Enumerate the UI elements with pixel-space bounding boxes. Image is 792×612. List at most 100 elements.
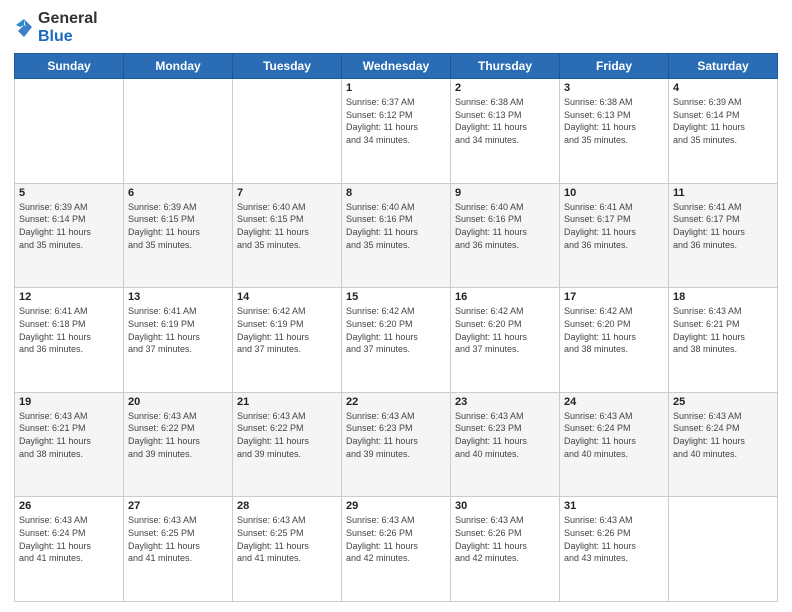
day-number: 14 xyxy=(237,291,337,303)
table-row: 30 Sunrise: 6:43 AM Sunset: 6:26 PM Dayli… xyxy=(451,497,560,602)
day-number: 12 xyxy=(19,291,119,303)
table-row: 29 Sunrise: 6:43 AM Sunset: 6:26 PM Dayli… xyxy=(342,497,451,602)
day-info: Sunrise: 6:43 AM Sunset: 6:25 PM Dayligh… xyxy=(128,514,228,564)
day-info: Sunrise: 6:43 AM Sunset: 6:24 PM Dayligh… xyxy=(19,514,119,564)
day-number: 1 xyxy=(346,82,446,94)
table-row: 6Sunrise: 6:39 AM Sunset: 6:15 PM Daylig… xyxy=(124,183,233,288)
calendar-week-row: 1 Sunrise: 6:37 AM Sunset: 6:12 PM Daylig… xyxy=(15,79,778,184)
table-row: 14Sunrise: 6:42 AM Sunset: 6:19 PM Dayli… xyxy=(233,288,342,393)
table-row: 22 Sunrise: 6:43 AM Sunset: 6:23 PM Dayli… xyxy=(342,392,451,497)
calendar-table: Sunday Monday Tuesday Wednesday Thursday… xyxy=(14,53,778,602)
day-info: Sunrise: 6:43 AM Sunset: 6:23 PM Dayligh… xyxy=(455,410,555,460)
day-info: Sunrise: 6:40 AM Sunset: 6:16 PM Dayligh… xyxy=(455,201,555,251)
calendar-week-row: 26 Sunrise: 6:43 AM Sunset: 6:24 PM Dayli… xyxy=(15,497,778,602)
day-info: Sunrise: 6:43 AM Sunset: 6:26 PM Dayligh… xyxy=(564,514,664,564)
table-row: 8 Sunrise: 6:40 AM Sunset: 6:16 PM Daylig… xyxy=(342,183,451,288)
day-info: Sunrise: 6:40 AM Sunset: 6:16 PM Dayligh… xyxy=(346,201,446,251)
day-number: 25 xyxy=(673,396,773,408)
table-row: 12 Sunrise: 6:41 AM Sunset: 6:18 PM Dayli… xyxy=(15,288,124,393)
table-row: 26 Sunrise: 6:43 AM Sunset: 6:24 PM Dayli… xyxy=(15,497,124,602)
day-number: 22 xyxy=(346,396,446,408)
table-row: 27 Sunrise: 6:43 AM Sunset: 6:25 PM Dayli… xyxy=(124,497,233,602)
table-row: 11 Sunrise: 6:41 AM Sunset: 6:17 PM Dayli… xyxy=(669,183,778,288)
day-info: Sunrise: 6:43 AM Sunset: 6:26 PM Dayligh… xyxy=(455,514,555,564)
logo-general: General xyxy=(38,10,98,28)
table-row: 4 Sunrise: 6:39 AM Sunset: 6:14 PM Daylig… xyxy=(669,79,778,184)
day-info: Sunrise: 6:43 AM Sunset: 6:23 PM Dayligh… xyxy=(346,410,446,460)
table-row: 2 Sunrise: 6:38 AM Sunset: 6:13 PM Daylig… xyxy=(451,79,560,184)
day-info: Sunrise: 6:37 AM Sunset: 6:12 PM Dayligh… xyxy=(346,96,446,146)
col-monday: Monday xyxy=(124,54,233,79)
day-number: 26 xyxy=(19,500,119,512)
day-info: Sunrise: 6:43 AM Sunset: 6:22 PM Dayligh… xyxy=(128,410,228,460)
table-row: 19Sunrise: 6:43 AM Sunset: 6:21 PM Dayli… xyxy=(15,392,124,497)
calendar-header-row: Sunday Monday Tuesday Wednesday Thursday… xyxy=(15,54,778,79)
day-number: 28 xyxy=(237,500,337,512)
day-info: Sunrise: 6:43 AM Sunset: 6:21 PM Dayligh… xyxy=(19,410,119,460)
day-number: 21 xyxy=(237,396,337,408)
day-number: 24 xyxy=(564,396,664,408)
col-thursday: Thursday xyxy=(451,54,560,79)
day-info: Sunrise: 6:39 AM Sunset: 6:14 PM Dayligh… xyxy=(673,96,773,146)
day-info: Sunrise: 6:42 AM Sunset: 6:20 PM Dayligh… xyxy=(564,305,664,355)
day-info: Sunrise: 6:39 AM Sunset: 6:14 PM Dayligh… xyxy=(19,201,119,251)
day-info: Sunrise: 6:42 AM Sunset: 6:20 PM Dayligh… xyxy=(346,305,446,355)
table-row: 21Sunrise: 6:43 AM Sunset: 6:22 PM Dayli… xyxy=(233,392,342,497)
table-row xyxy=(15,79,124,184)
table-row xyxy=(233,79,342,184)
table-row: 31 Sunrise: 6:43 AM Sunset: 6:26 PM Dayli… xyxy=(560,497,669,602)
page: General Blue Sunday Monday Tuesday Wedne… xyxy=(0,0,792,612)
day-number: 31 xyxy=(564,500,664,512)
day-number: 13 xyxy=(128,291,228,303)
day-number: 7 xyxy=(237,187,337,199)
day-info: Sunrise: 6:43 AM Sunset: 6:26 PM Dayligh… xyxy=(346,514,446,564)
day-number: 9 xyxy=(455,187,555,199)
table-row: 15 Sunrise: 6:42 AM Sunset: 6:20 PM Dayli… xyxy=(342,288,451,393)
day-info: Sunrise: 6:39 AM Sunset: 6:15 PM Dayligh… xyxy=(128,201,228,251)
day-number: 18 xyxy=(673,291,773,303)
day-number: 5 xyxy=(19,187,119,199)
logo-icon xyxy=(14,17,34,39)
day-number: 30 xyxy=(455,500,555,512)
day-info: Sunrise: 6:40 AM Sunset: 6:15 PM Dayligh… xyxy=(237,201,337,251)
day-number: 17 xyxy=(564,291,664,303)
day-info: Sunrise: 6:43 AM Sunset: 6:25 PM Dayligh… xyxy=(237,514,337,564)
col-tuesday: Tuesday xyxy=(233,54,342,79)
day-number: 8 xyxy=(346,187,446,199)
day-number: 4 xyxy=(673,82,773,94)
table-row: 10Sunrise: 6:41 AM Sunset: 6:17 PM Dayli… xyxy=(560,183,669,288)
day-number: 27 xyxy=(128,500,228,512)
day-info: Sunrise: 6:41 AM Sunset: 6:17 PM Dayligh… xyxy=(673,201,773,251)
day-info: Sunrise: 6:41 AM Sunset: 6:19 PM Dayligh… xyxy=(128,305,228,355)
calendar-week-row: 19Sunrise: 6:43 AM Sunset: 6:21 PM Dayli… xyxy=(15,392,778,497)
day-number: 2 xyxy=(455,82,555,94)
day-info: Sunrise: 6:38 AM Sunset: 6:13 PM Dayligh… xyxy=(455,96,555,146)
table-row: 24 Sunrise: 6:43 AM Sunset: 6:24 PM Dayli… xyxy=(560,392,669,497)
day-number: 15 xyxy=(346,291,446,303)
col-friday: Friday xyxy=(560,54,669,79)
day-info: Sunrise: 6:43 AM Sunset: 6:24 PM Dayligh… xyxy=(564,410,664,460)
calendar-week-row: 12 Sunrise: 6:41 AM Sunset: 6:18 PM Dayli… xyxy=(15,288,778,393)
day-info: Sunrise: 6:41 AM Sunset: 6:18 PM Dayligh… xyxy=(19,305,119,355)
day-number: 11 xyxy=(673,187,773,199)
table-row: 1 Sunrise: 6:37 AM Sunset: 6:12 PM Daylig… xyxy=(342,79,451,184)
day-number: 3 xyxy=(564,82,664,94)
table-row: 5 Sunrise: 6:39 AM Sunset: 6:14 PM Daylig… xyxy=(15,183,124,288)
day-number: 29 xyxy=(346,500,446,512)
table-row: 20 Sunrise: 6:43 AM Sunset: 6:22 PM Dayli… xyxy=(124,392,233,497)
table-row: 28 Sunrise: 6:43 AM Sunset: 6:25 PM Dayli… xyxy=(233,497,342,602)
calendar-week-row: 5 Sunrise: 6:39 AM Sunset: 6:14 PM Daylig… xyxy=(15,183,778,288)
logo-blue: Blue xyxy=(38,28,98,46)
col-saturday: Saturday xyxy=(669,54,778,79)
table-row: 7 Sunrise: 6:40 AM Sunset: 6:15 PM Daylig… xyxy=(233,183,342,288)
day-info: Sunrise: 6:42 AM Sunset: 6:20 PM Dayligh… xyxy=(455,305,555,355)
day-info: Sunrise: 6:41 AM Sunset: 6:17 PM Dayligh… xyxy=(564,201,664,251)
table-row: 17 Sunrise: 6:42 AM Sunset: 6:20 PM Dayli… xyxy=(560,288,669,393)
table-row: 9 Sunrise: 6:40 AM Sunset: 6:16 PM Daylig… xyxy=(451,183,560,288)
table-row: 13 Sunrise: 6:41 AM Sunset: 6:19 PM Dayli… xyxy=(124,288,233,393)
table-row: 23Sunrise: 6:43 AM Sunset: 6:23 PM Dayli… xyxy=(451,392,560,497)
logo: General Blue xyxy=(14,10,98,45)
table-row xyxy=(669,497,778,602)
day-info: Sunrise: 6:38 AM Sunset: 6:13 PM Dayligh… xyxy=(564,96,664,146)
day-number: 20 xyxy=(128,396,228,408)
